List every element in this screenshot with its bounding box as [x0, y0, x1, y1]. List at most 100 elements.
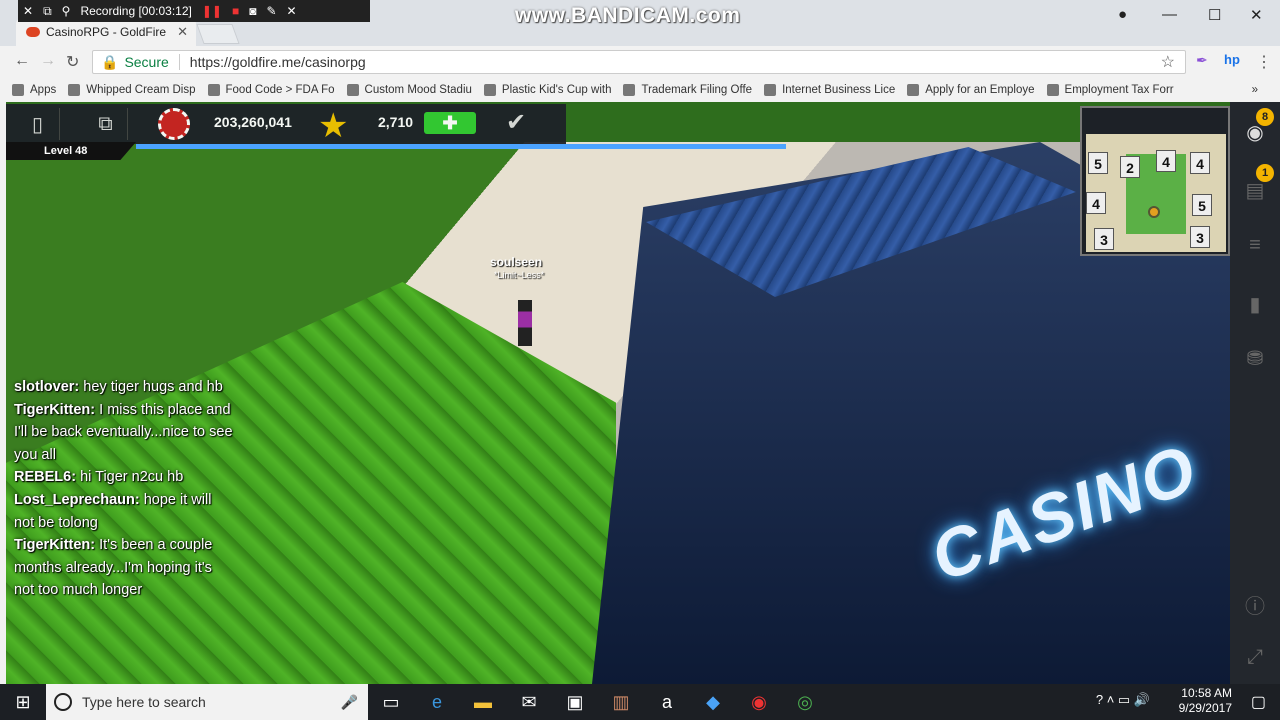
phone-button[interactable]: ▯ — [16, 108, 60, 140]
windows-button[interactable]: ⧉ — [84, 108, 128, 140]
minimap-lot[interactable]: 4 — [1156, 150, 1176, 172]
clock-date: 9/29/2017 — [1178, 701, 1232, 715]
camera-icon[interactable]: ◙ — [249, 4, 256, 18]
chat-message: TigerKitten: It's been a couple months a… — [14, 537, 213, 599]
minimize-icon[interactable]: — — [1162, 6, 1177, 23]
recording-toolbar: ✕ ⧉ ⚲ Recording [00:03:12] ❚❚ ■ ◙ ✎ ✕ — [18, 0, 370, 22]
more-bookmarks-icon[interactable]: » — [1252, 84, 1258, 96]
microphone-icon[interactable]: 🎤 — [341, 694, 358, 711]
edge-icon[interactable]: e — [414, 684, 460, 720]
app-icon[interactable]: ▥ — [598, 684, 644, 720]
game-canvas[interactable]: CASINO soulseen *Limit~Less* ▯ ⧉ 203,260… — [6, 102, 1280, 684]
info-icon[interactable]: ⓘ — [1242, 590, 1268, 618]
bookmark-custom-mood[interactable]: Custom Mood Stadiu — [346, 84, 472, 96]
browser-chrome: CasinoRPG - GoldFire ✕ ✕ ⧉ ⚲ Recording [… — [0, 0, 1280, 102]
tab-casinorpg[interactable]: CasinoRPG - GoldFire ✕ — [16, 18, 196, 46]
chip-count: 203,260,041 — [214, 114, 292, 130]
pencil-icon[interactable]: ✎ — [266, 4, 276, 18]
bookmark-food-code[interactable]: Food Code > FDA Fo — [207, 84, 335, 96]
minimap-lot[interactable]: 4 — [1086, 192, 1106, 214]
task-view-icon[interactable]: ▭ — [368, 684, 414, 720]
store-icon[interactable]: ▣ — [552, 684, 598, 720]
bookmark-business-license[interactable]: Internet Business Lice — [764, 84, 895, 96]
player-avatar[interactable] — [518, 300, 532, 346]
chrome-icon[interactable]: ◎ — [782, 684, 828, 720]
clock[interactable]: 10:58 AM 9/29/2017 — [1179, 686, 1232, 716]
notification-icon[interactable]: ▢ — [1251, 692, 1266, 712]
watermark: www.BANDICAM.com — [515, 4, 741, 27]
bookmark-icon — [346, 84, 359, 96]
bookmark-icon — [68, 84, 81, 96]
minimap-lot[interactable]: 5 — [1192, 194, 1212, 216]
bookmark-icon — [623, 84, 636, 96]
forward-icon[interactable]: → — [40, 52, 56, 70]
game-sidebar: ◉ 8 ▤ 1 ≡ ▮ ⛃ ⓘ ⤢ — [1230, 102, 1280, 684]
amazon-icon[interactable]: a — [644, 684, 690, 720]
player-name[interactable]: soulseen — [490, 255, 542, 269]
minimap-lot[interactable]: 3 — [1094, 228, 1114, 250]
pause-icon[interactable]: ❚❚ — [202, 4, 222, 18]
extension-pen-icon[interactable]: ✒ — [1196, 52, 1208, 69]
bookmark-icon — [1046, 84, 1059, 96]
chat-message: Lost_Leprechaun: hope it will not be tol… — [14, 491, 212, 531]
dropbox-icon[interactable]: ◆ — [690, 684, 736, 720]
bookmark-plastic-cup[interactable]: Plastic Kid's Cup with — [483, 84, 611, 96]
divider — [178, 54, 180, 70]
buy-stars-button[interactable]: ✚ — [424, 112, 476, 134]
minimap-lot[interactable]: 4 — [1190, 152, 1210, 174]
stats-icon[interactable]: ▮ — [1242, 292, 1268, 316]
check-icon[interactable]: ✔ — [506, 108, 526, 137]
player-title: *Limit~Less* — [494, 270, 545, 280]
minimap-lot[interactable]: 5 — [1088, 152, 1108, 174]
minimap-grid: 5 2 4 4 4 5 3 3 — [1086, 134, 1226, 252]
menu-list-icon[interactable]: ≡ — [1242, 234, 1268, 256]
windows-logo-icon: ⊞ — [15, 691, 31, 712]
minimap-lot[interactable]: 2 — [1120, 156, 1140, 178]
minimap-lot[interactable]: 3 — [1190, 226, 1210, 248]
fullscreen-icon[interactable]: ⤢ — [1242, 646, 1268, 668]
address-bar[interactable]: 🔒 Secure https://goldfire.me/casinorpg ☆ — [92, 50, 1186, 74]
cortana-icon — [54, 693, 72, 711]
chip-icon — [158, 108, 190, 140]
record-icon[interactable]: ◉ — [736, 684, 782, 720]
secure-label: Secure — [124, 54, 169, 70]
bookmark-trademark[interactable]: Trademark Filing Offe — [623, 84, 752, 96]
taskbar-search[interactable]: Type here to search 🎤 — [46, 684, 368, 720]
star-icon: ★ — [318, 107, 349, 145]
page-icon — [764, 84, 777, 96]
search-placeholder: Type here to search — [82, 694, 206, 710]
bookmark-icon — [907, 84, 920, 96]
phone-icon: ▯ — [31, 113, 43, 136]
close-recorder-icon[interactable]: ✕ — [287, 4, 297, 18]
close-tab-icon[interactable]: ✕ — [177, 24, 188, 40]
bookmark-apps[interactable]: Apps — [12, 84, 56, 96]
bookmark-employer-id[interactable]: Apply for an Employe — [907, 84, 1035, 96]
maximize-icon[interactable]: ☐ — [1208, 6, 1221, 24]
back-icon[interactable]: ← — [14, 52, 30, 70]
close-window-icon[interactable]: ✕ — [1250, 6, 1263, 24]
new-tab-button[interactable] — [196, 24, 240, 44]
close-icon[interactable]: ✕ — [23, 4, 33, 18]
plus-icon: ✚ — [442, 113, 458, 133]
file-explorer-icon[interactable]: ▬ — [460, 684, 506, 720]
restore-icon[interactable]: ⧉ — [43, 4, 52, 19]
player-marker — [1148, 206, 1160, 218]
profile-icon[interactable]: ● — [1118, 6, 1127, 23]
reload-icon[interactable]: ↻ — [66, 52, 79, 72]
bookmark-whipped-cream[interactable]: Whipped Cream Disp — [68, 84, 196, 96]
mail-icon[interactable]: ✉ — [506, 684, 552, 720]
coins-icon[interactable]: ⛃ — [1242, 346, 1268, 370]
xp-progress-bar — [136, 144, 786, 149]
menu-icon[interactable]: ⋮ — [1256, 52, 1272, 72]
start-button[interactable]: ⊞ — [0, 684, 46, 720]
bookmark-star-icon[interactable]: ☆ — [1161, 52, 1175, 72]
bookmark-employment-tax[interactable]: Employment Tax Forr — [1046, 84, 1174, 96]
search-icon[interactable]: ⚲ — [62, 4, 71, 18]
minimap[interactable]: 5 2 4 4 4 5 3 3 — [1080, 106, 1230, 256]
system-tray[interactable]: ? ˄ ▭ 🔊 — [1096, 692, 1150, 708]
windows-taskbar: ⊞ Type here to search 🎤 ▭ e ▬ ✉ ▣ ▥ a ◆ … — [0, 684, 1280, 720]
lock-icon: 🔒 — [101, 53, 119, 70]
hp-extension-icon[interactable]: hp — [1224, 52, 1240, 67]
chat-log: slotlover: hey tiger hugs and hb TigerKi… — [14, 376, 234, 602]
stop-icon[interactable]: ■ — [232, 4, 239, 18]
